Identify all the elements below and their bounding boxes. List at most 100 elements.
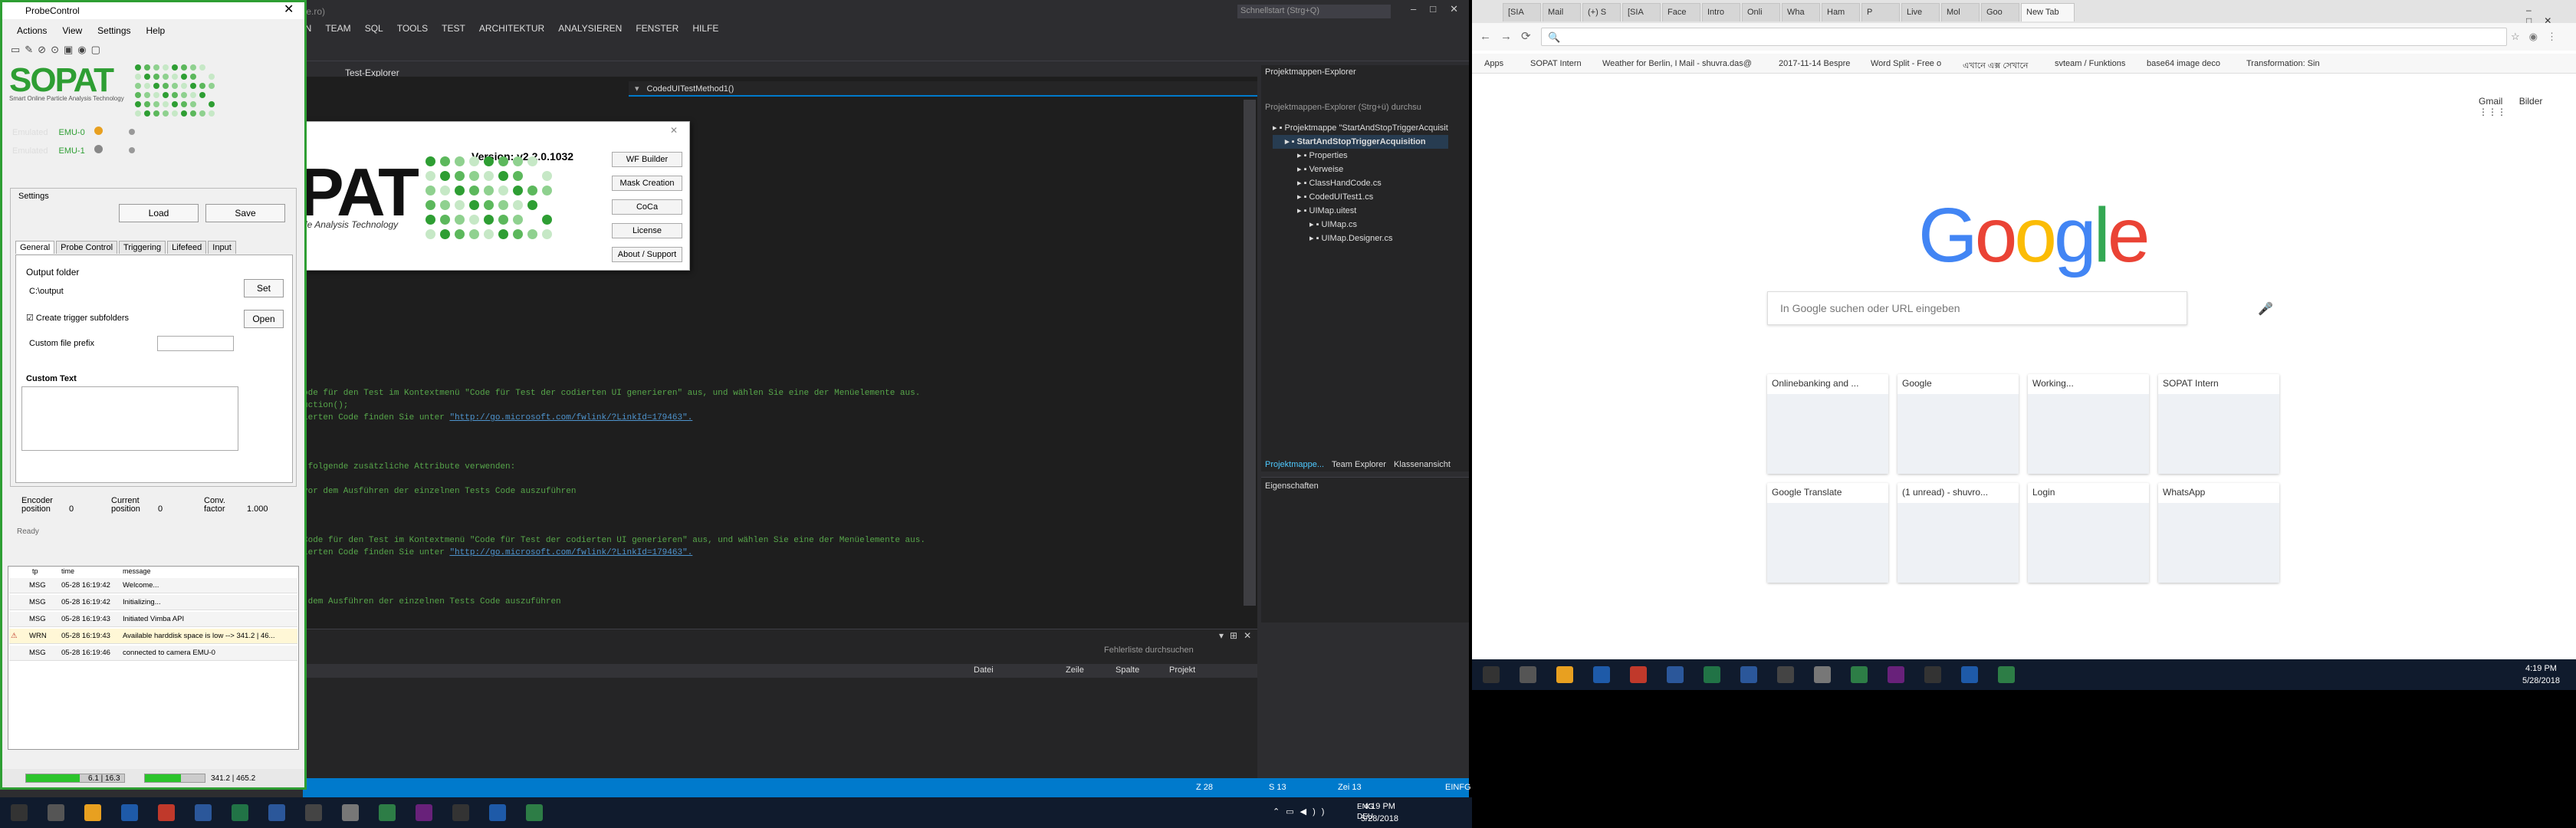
clock-right[interactable]: 4:19 PM 5/28/2018 bbox=[2522, 662, 2560, 687]
solution-item[interactable]: ▸ ▪ Verweise bbox=[1273, 163, 1448, 176]
images-link[interactable]: Bilder bbox=[2519, 96, 2543, 107]
bookmark[interactable]: base64 image deco bbox=[2147, 59, 2220, 68]
taskbar-app-icon[interactable] bbox=[1814, 666, 1831, 683]
taskbar-app-icon[interactable] bbox=[11, 804, 28, 821]
browser-tab[interactable]: Live bbox=[1901, 3, 1940, 21]
solution-item[interactable]: ▸ ▪ UIMap.cs bbox=[1273, 218, 1448, 232]
log-row[interactable]: MSG 05-28 16:19:42 Welcome... bbox=[9, 578, 297, 593]
browser-tab[interactable]: (+) S bbox=[1582, 3, 1621, 21]
tray-icons[interactable]: ⌃▭◀)) bbox=[1273, 807, 1330, 816]
browser-tab[interactable]: Face bbox=[1662, 3, 1700, 21]
bookmark[interactable]: SOPAT Intern bbox=[1530, 59, 1582, 68]
about-button[interactable]: License bbox=[612, 223, 682, 238]
taskbar-app-icon[interactable] bbox=[1556, 666, 1573, 683]
custom-text-input[interactable] bbox=[21, 386, 238, 451]
set-button[interactable]: Set bbox=[244, 279, 284, 297]
taskbar-app-icon[interactable] bbox=[1888, 666, 1904, 683]
vs-menu-item[interactable]: TEAM bbox=[325, 23, 350, 34]
taskbar-app-icon[interactable] bbox=[1924, 666, 1941, 683]
taskbar-app-icon[interactable] bbox=[195, 804, 212, 821]
taskbar-app-icon[interactable] bbox=[1740, 666, 1757, 683]
editor-scrollbar[interactable] bbox=[1244, 100, 1256, 606]
browser-tab[interactable]: Ham bbox=[1822, 3, 1860, 21]
browser-tab[interactable]: [SIA bbox=[1503, 3, 1541, 21]
vs-window-controls[interactable]: –□✕ bbox=[1411, 3, 1472, 15]
close-icon[interactable]: ✕ bbox=[284, 2, 294, 17]
bookmark[interactable]: Weather for Berlin, I bbox=[1602, 59, 1677, 68]
shortcut-tile[interactable]: Onlinebanking and ... bbox=[1767, 374, 1888, 474]
vs-menu-item[interactable]: ANALYSIEREN bbox=[558, 23, 622, 34]
shortcut-tile[interactable]: (1 unread) - shuvro... bbox=[1898, 483, 2019, 583]
taskbar-app-icon[interactable] bbox=[1777, 666, 1794, 683]
settings-tab[interactable]: Triggering bbox=[119, 241, 166, 254]
save-button[interactable]: Save bbox=[205, 204, 285, 222]
solution-search[interactable]: Projektmappen-Explorer (Strg+ü) durchsu bbox=[1265, 103, 1421, 112]
error-list-search[interactable]: Fehlerliste durchsuchen bbox=[1104, 646, 1194, 655]
taskbar-app-icon[interactable] bbox=[84, 804, 101, 821]
taskbar-app-icon[interactable] bbox=[1483, 666, 1500, 683]
probe-toolbar[interactable]: ▭✎⊘⊙▣◉▢ bbox=[11, 44, 105, 56]
taskbar-app-icon[interactable] bbox=[1593, 666, 1610, 683]
vs-menu-item[interactable]: HILFE bbox=[692, 23, 718, 34]
taskbar-app-icon[interactable] bbox=[232, 804, 248, 821]
taskbar-app-icon[interactable] bbox=[1704, 666, 1720, 683]
col-zeile[interactable]: Zeile bbox=[1066, 665, 1084, 675]
settings-tab[interactable]: General bbox=[15, 241, 55, 254]
taskbar-app-icon[interactable] bbox=[416, 804, 432, 821]
custom-prefix-input[interactable] bbox=[157, 336, 234, 351]
solution-tab[interactable]: Klassenansicht bbox=[1394, 460, 1451, 469]
vs-menu-item[interactable]: FENSTER bbox=[636, 23, 678, 34]
clock-left[interactable]: 4:19 PM 5/28/2018 bbox=[1361, 800, 1398, 825]
quick-launch-input[interactable]: Schnellstart (Strg+Q) bbox=[1237, 5, 1391, 18]
close-icon[interactable]: ▾ bbox=[635, 84, 639, 94]
taskbar-app-icon[interactable] bbox=[1851, 666, 1868, 683]
bookmark[interactable]: 2017-11-14 Bespre bbox=[1779, 59, 1850, 68]
log-row[interactable]: MSG 05-28 16:19:42 Initializing... bbox=[9, 595, 297, 610]
bookmark[interactable]: Apps bbox=[1484, 59, 1503, 68]
browser-tab[interactable]: [SIA bbox=[1622, 3, 1661, 21]
taskbar-app-icon[interactable] bbox=[1520, 666, 1536, 683]
solution-item[interactable]: ▸ ▪ Properties bbox=[1273, 149, 1448, 163]
col-spalte[interactable]: Spalte bbox=[1116, 665, 1139, 675]
create-subfolders-checkbox[interactable]: ☑ Create trigger subfolders bbox=[26, 313, 129, 323]
code-link[interactable]: "http://go.microsoft.com/fwlink/?LinkId=… bbox=[449, 413, 692, 422]
log-row[interactable]: MSG 05-28 16:19:46 connected to camera EMU… bbox=[9, 646, 297, 661]
taskbar-app-icon[interactable] bbox=[158, 804, 175, 821]
log-col-tp[interactable]: tp bbox=[32, 567, 38, 575]
shortcut-tile[interactable]: WhatsApp bbox=[2158, 483, 2279, 583]
bookmark[interactable]: Transformation: Sin bbox=[2246, 59, 2320, 68]
vs-menu-item[interactable]: TEST bbox=[442, 23, 465, 34]
taskbar-app-icon[interactable] bbox=[379, 804, 396, 821]
browser-tab[interactable]: Onli bbox=[1742, 3, 1780, 21]
solution-tab[interactable]: Projektmappe... bbox=[1265, 460, 1324, 469]
gear-icon[interactable] bbox=[128, 147, 135, 153]
solution-tab[interactable]: Team Explorer bbox=[1332, 460, 1386, 469]
doc-tab[interactable]: ▾ CodedUITestMethod1() bbox=[629, 81, 1257, 97]
apps-grid-icon[interactable]: ⋮⋮⋮ bbox=[2479, 107, 2506, 117]
gmail-link[interactable]: Gmail bbox=[2479, 96, 2502, 107]
vs-menu-item[interactable]: TOOLS bbox=[397, 23, 428, 34]
about-close-icon[interactable]: ✕ bbox=[670, 125, 678, 136]
taskbar-app-icon[interactable] bbox=[1998, 666, 2015, 683]
browser-tab[interactable]: Mol bbox=[1941, 3, 1980, 21]
taskbar-app-icon[interactable] bbox=[526, 804, 543, 821]
about-button[interactable]: CoCa bbox=[612, 199, 682, 215]
shortcut-tile[interactable]: SOPAT Intern bbox=[2158, 374, 2279, 474]
taskbar-app-icon[interactable] bbox=[305, 804, 322, 821]
solution-item[interactable]: ▸ ▪ CodedUITest1.cs bbox=[1273, 190, 1448, 204]
browser-tab[interactable]: Mail bbox=[1543, 3, 1581, 21]
probe-menu-item[interactable]: Actions bbox=[17, 25, 47, 36]
log-col-message[interactable]: message bbox=[123, 567, 151, 575]
browser-tab[interactable]: Wha bbox=[1782, 3, 1820, 21]
taskbar-app-icon[interactable] bbox=[452, 804, 469, 821]
bookmark[interactable]: এখানে এক্স সেখানে bbox=[1963, 59, 2028, 74]
solution-item[interactable]: ▸ ▪ StartAndStopTriggerAcquisition bbox=[1273, 135, 1448, 149]
probe-menu-item[interactable]: View bbox=[62, 25, 82, 36]
settings-tab[interactable]: Probe Control bbox=[56, 241, 118, 254]
settings-tab[interactable]: Lifefeed bbox=[167, 241, 207, 254]
taskbar-app-icon[interactable] bbox=[268, 804, 285, 821]
bookmark[interactable]: Word Split - Free o bbox=[1871, 59, 1941, 68]
taskbar-app-icon[interactable] bbox=[1961, 666, 1978, 683]
address-bar[interactable]: 🔍 bbox=[1541, 28, 2507, 46]
camera-entry[interactable]: Emulated EMU-0 bbox=[12, 127, 135, 137]
